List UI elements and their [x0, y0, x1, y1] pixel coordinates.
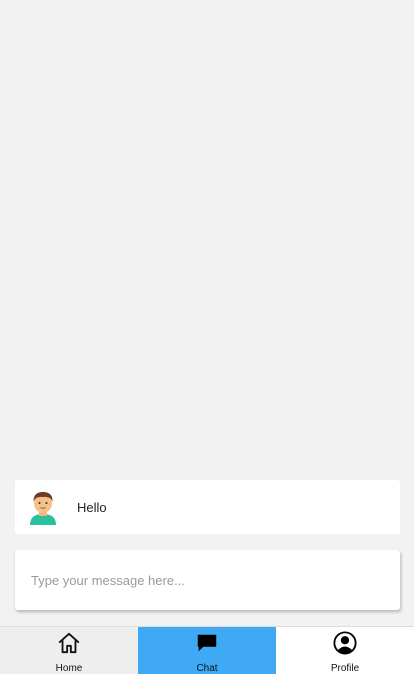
- nav-item-chat[interactable]: Chat: [138, 627, 276, 674]
- nav-label-chat: Chat: [196, 663, 218, 674]
- nav-label-home: Home: [55, 663, 83, 674]
- nav-item-profile[interactable]: Profile: [276, 627, 414, 674]
- message-composer[interactable]: [15, 550, 400, 610]
- chat-icon: [197, 634, 217, 652]
- message-input[interactable]: [15, 550, 400, 610]
- man-emoji-avatar: [25, 489, 61, 525]
- profile-icon: [333, 631, 357, 655]
- nav-item-home[interactable]: Home: [0, 627, 138, 674]
- nav-label-profile: Profile: [330, 663, 360, 674]
- message-item: Hello: [15, 480, 400, 534]
- message-text: Hello: [77, 499, 107, 515]
- bottom-navigation: Home Chat Profile: [0, 626, 414, 674]
- home-icon: [58, 632, 80, 654]
